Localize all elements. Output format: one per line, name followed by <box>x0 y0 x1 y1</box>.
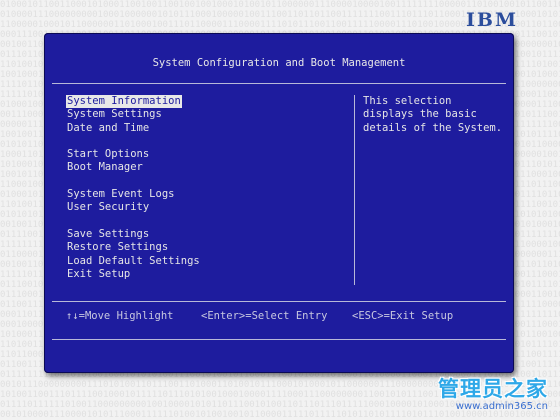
menu-row: Date and Time <box>66 122 346 135</box>
title-divider <box>52 83 506 84</box>
menu-item-save-settings[interactable]: Save Settings <box>66 228 150 241</box>
help-line: This selection <box>363 95 452 107</box>
menu-row: Restore Settings <box>66 241 346 254</box>
move-highlight-hint: ↑↓=Move Highlight <box>66 310 174 322</box>
main-menu: System Information System Settings Date an… <box>66 95 346 281</box>
exit-setup-hint: <ESC>=Exit Setup <box>352 310 454 322</box>
menu-item-system-event-logs[interactable]: System Event Logs <box>66 188 175 201</box>
help-panel: This selection displays the basic detail… <box>363 95 503 135</box>
site-watermark: 管理员之家 www.admin365.cn <box>438 373 548 412</box>
menu-item-start-options[interactable]: Start Options <box>66 148 150 161</box>
menu-row: Start Options <box>66 148 346 161</box>
menu-row: Save Settings <box>66 228 346 241</box>
menu-row: System Information <box>66 95 346 109</box>
menu-row: System Event Logs <box>66 188 346 201</box>
menu-item-user-security[interactable]: User Security <box>66 201 150 214</box>
footer-bottom-divider <box>52 339 506 340</box>
menu-item-restore-settings[interactable]: Restore Settings <box>66 241 169 254</box>
menu-item-system-settings[interactable]: System Settings <box>66 108 163 121</box>
help-line: displays the basic <box>363 108 477 121</box>
menu-row: Exit Setup <box>66 268 346 281</box>
help-divider <box>354 95 355 285</box>
menu-row: User Security <box>66 201 346 214</box>
watermark-name: 管理员之家 <box>438 377 548 401</box>
menu-item-date-and-time[interactable]: Date and Time <box>66 122 150 135</box>
menu-item-exit-setup[interactable]: Exit Setup <box>66 268 131 281</box>
select-entry-hint: <Enter>=Select Entry <box>201 310 328 322</box>
bios-setup-window: System Configuration and Boot Management… <box>44 33 514 373</box>
ibm-logo: IBM <box>466 9 518 31</box>
menu-row: System Settings <box>66 108 346 121</box>
menu-spacer <box>66 175 346 188</box>
window-title: System Configuration and Boot Management <box>152 57 406 69</box>
menu-spacer <box>66 215 346 228</box>
footer-top-divider <box>52 301 506 302</box>
menu-row: Load Default Settings <box>66 255 346 268</box>
menu-item-system-information[interactable]: System Information <box>66 95 182 109</box>
help-line: details of the System. <box>363 121 503 134</box>
menu-item-load-default-settings[interactable]: Load Default Settings <box>66 255 201 268</box>
menu-row: Boot Manager <box>66 161 346 174</box>
menu-item-boot-manager[interactable]: Boot Manager <box>66 161 144 174</box>
menu-spacer <box>66 135 346 148</box>
